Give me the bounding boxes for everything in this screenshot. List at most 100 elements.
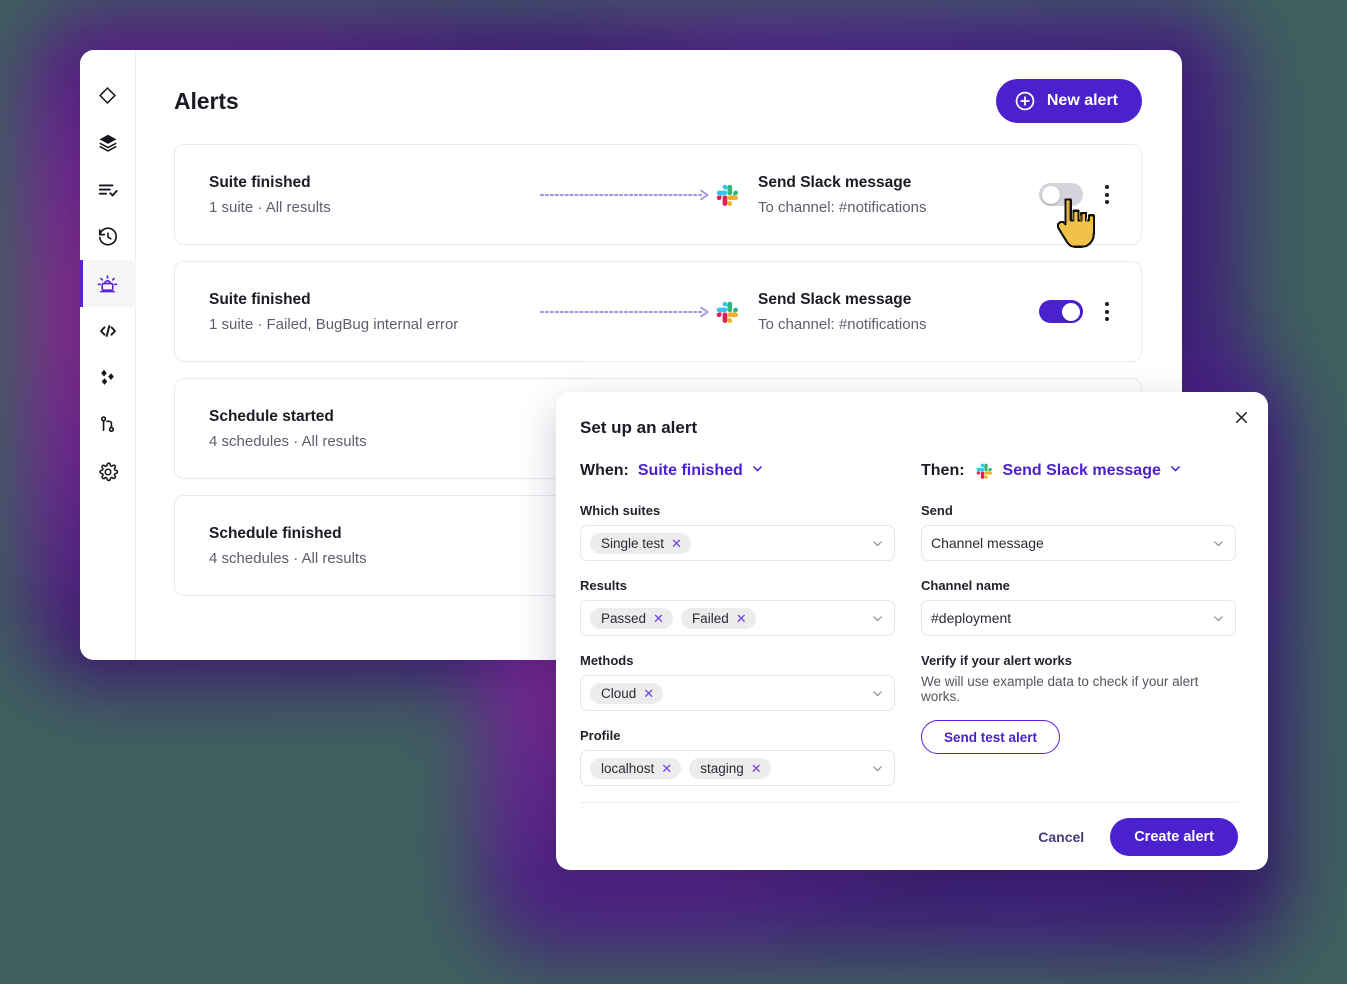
chip-label: Single test xyxy=(601,535,665,551)
send-select[interactable]: Channel message xyxy=(921,525,1236,561)
alert-action-subtitle: To channel: #notifications xyxy=(758,315,927,333)
alert-siren-icon xyxy=(96,272,119,295)
dialog-left-column: When: Suite finished Which suites Single… xyxy=(580,458,895,803)
table-row[interactable]: Suite finished 1 suite · All results Sen… xyxy=(174,144,1142,245)
field-profile: Profile localhost ✕ staging ✕ xyxy=(580,728,895,786)
layers-icon xyxy=(97,132,119,154)
verify-section: Verify if your alert works We will use e… xyxy=(921,653,1236,754)
sidebar-item-code[interactable] xyxy=(80,307,136,354)
toggle-knob xyxy=(1062,302,1080,321)
send-select-value: Channel message xyxy=(931,535,1044,551)
chevron-down-icon xyxy=(1212,537,1225,550)
field-methods: Methods Cloud ✕ xyxy=(580,653,895,711)
chevron-down-icon xyxy=(1169,462,1182,480)
alert-trigger-subtitle: 4 schedules · All results xyxy=(209,432,367,450)
git-branch-icon xyxy=(97,414,118,435)
alert-trigger-subtitle: 1 suite · All results xyxy=(209,198,331,216)
alert-trigger-title: Suite finished xyxy=(209,173,311,191)
alert-controls xyxy=(1013,181,1113,208)
setup-alert-dialog: Set up an alert When: Suite finished Whi… xyxy=(556,392,1268,870)
when-value-label: Suite finished xyxy=(637,462,743,479)
new-alert-button[interactable]: New alert xyxy=(995,79,1142,123)
channel-name-select[interactable]: #deployment xyxy=(921,600,1236,636)
alert-trigger-subtitle: 1 suite · Failed, BugBug internal error xyxy=(209,315,459,333)
chip[interactable]: localhost ✕ xyxy=(590,757,682,779)
chip-label: staging xyxy=(700,760,744,776)
sidebar-item-integrations[interactable] xyxy=(80,354,136,401)
dialog-right-column: Then: Send Slack message Send Channel me… xyxy=(921,458,1236,803)
chip-remove-icon[interactable]: ✕ xyxy=(751,762,762,775)
cancel-button[interactable]: Cancel xyxy=(1038,829,1084,845)
field-label: Channel name xyxy=(921,578,1010,593)
dialog-title: Set up an alert xyxy=(580,418,698,437)
row-menu-button[interactable] xyxy=(1101,181,1113,208)
chip[interactable]: Failed ✕ xyxy=(680,607,756,629)
dialog-columns: When: Suite finished Which suites Single… xyxy=(580,458,1238,803)
field-label: Which suites xyxy=(580,503,661,518)
when-label: When: xyxy=(580,462,629,479)
chip[interactable]: Single test ✕ xyxy=(590,532,691,554)
sidebar-item-suites[interactable] xyxy=(80,119,136,166)
alert-trigger: Suite finished 1 suite · All results xyxy=(209,174,539,216)
slack-icon xyxy=(716,184,738,206)
alert-enabled-toggle[interactable] xyxy=(1039,183,1083,206)
field-label: Profile xyxy=(580,728,621,743)
then-row: Then: Send Slack message xyxy=(921,458,1236,484)
chip-remove-icon[interactable]: ✕ xyxy=(671,537,682,550)
field-which-suites: Which suites Single test ✕ xyxy=(580,503,895,561)
verify-title: Verify if your alert works xyxy=(921,653,1073,668)
channel-name-value: #deployment xyxy=(931,610,1012,626)
diamond-icon xyxy=(97,85,118,106)
chip[interactable]: Passed ✕ xyxy=(590,607,673,629)
alert-action-subtitle: To channel: #notifications xyxy=(758,198,927,216)
chip-remove-icon[interactable]: ✕ xyxy=(661,762,672,775)
chip-remove-icon[interactable]: ✕ xyxy=(653,612,664,625)
page-title: Alerts xyxy=(174,87,239,114)
chip-label: Cloud xyxy=(601,685,637,701)
alert-action-title: Send Slack message xyxy=(758,290,912,308)
sidebar-item-settings[interactable] xyxy=(80,448,136,495)
chevron-down-icon xyxy=(871,687,884,700)
chip-label: localhost xyxy=(601,760,655,776)
profile-select[interactable]: localhost ✕ staging ✕ xyxy=(580,750,895,786)
chip-group: Cloud ✕ xyxy=(590,682,863,704)
alert-trigger-title: Suite finished xyxy=(209,290,311,308)
alert-enabled-toggle[interactable] xyxy=(1039,300,1083,323)
sidebar-item-tests[interactable] xyxy=(80,166,136,213)
alert-action-title: Send Slack message xyxy=(758,173,912,191)
table-row[interactable]: Suite finished 1 suite · Failed, BugBug … xyxy=(174,261,1142,362)
chevron-down-icon xyxy=(1212,612,1225,625)
field-label: Results xyxy=(580,578,627,593)
when-row: When: Suite finished xyxy=(580,458,895,484)
then-value-dropdown[interactable]: Send Slack message xyxy=(1003,462,1182,480)
close-icon[interactable] xyxy=(1230,406,1252,428)
alert-controls xyxy=(1013,298,1113,325)
sidebar-item-branches[interactable] xyxy=(80,401,136,448)
results-select[interactable]: Passed ✕ Failed ✕ xyxy=(580,600,895,636)
sparkle-icon xyxy=(97,367,118,388)
chip[interactable]: staging ✕ xyxy=(689,757,771,779)
which-suites-select[interactable]: Single test ✕ xyxy=(580,525,895,561)
alert-trigger-title: Schedule started xyxy=(209,407,334,425)
history-icon xyxy=(97,226,119,248)
create-alert-button[interactable]: Create alert xyxy=(1110,817,1238,856)
then-label: Then: xyxy=(921,462,965,479)
alert-trigger: Schedule started 4 schedules · All resul… xyxy=(209,408,539,450)
connector-arrow xyxy=(539,306,713,318)
row-menu-button[interactable] xyxy=(1101,298,1113,325)
chip-remove-icon[interactable]: ✕ xyxy=(736,612,747,625)
alert-trigger-title: Schedule finished xyxy=(209,524,342,542)
chip[interactable]: Cloud ✕ xyxy=(590,682,664,704)
field-channel-name: Channel name #deployment xyxy=(921,578,1236,636)
alert-action: Send Slack message To channel: #notifica… xyxy=(713,291,1013,333)
chevron-down-icon xyxy=(871,537,884,550)
alert-trigger: Suite finished 1 suite · Failed, BugBug … xyxy=(209,291,539,333)
then-value-label: Send Slack message xyxy=(1002,462,1161,479)
methods-select[interactable]: Cloud ✕ xyxy=(580,675,895,711)
when-value-dropdown[interactable]: Suite finished xyxy=(638,462,764,480)
sidebar-item-history[interactable] xyxy=(80,213,136,260)
send-test-alert-button[interactable]: Send test alert xyxy=(921,720,1061,754)
sidebar-item-overview[interactable] xyxy=(80,72,136,119)
sidebar-item-alerts[interactable] xyxy=(80,260,136,307)
chip-remove-icon[interactable]: ✕ xyxy=(643,687,654,700)
